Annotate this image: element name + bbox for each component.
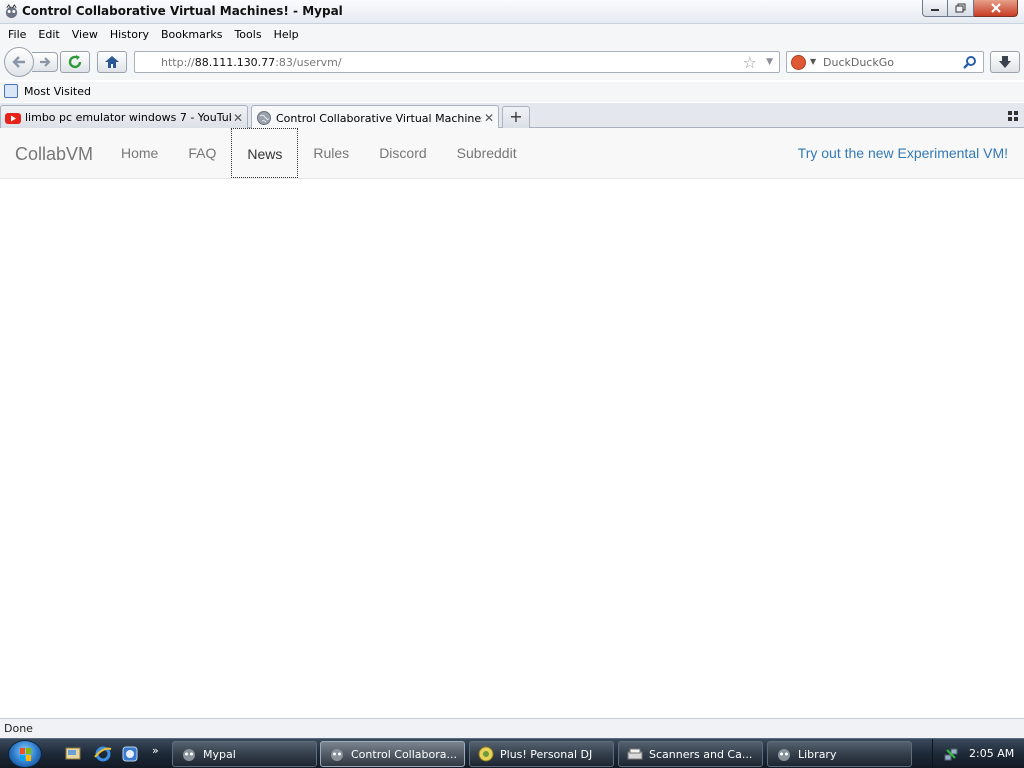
forward-button[interactable] — [32, 52, 58, 72]
quicklaunch-overflow-icon[interactable]: » — [152, 744, 159, 757]
youtube-icon — [5, 112, 21, 124]
search-bar[interactable]: ▼ DuckDuckGo — [786, 51, 984, 73]
menu-history[interactable]: History — [104, 28, 155, 41]
forward-arrow-icon — [39, 57, 51, 67]
bookmark-folder-icon — [4, 84, 18, 98]
windows-logo-icon — [20, 748, 31, 761]
task-label: Mypal — [203, 747, 236, 761]
minimize-icon — [931, 9, 939, 11]
plus-icon: + — [509, 107, 523, 126]
status-bar: Done — [0, 718, 1024, 738]
task-label: Scanners and Ca... — [649, 747, 753, 761]
title-bar: Control Collaborative Virtual Machines! … — [0, 0, 1024, 24]
mypal-icon — [331, 749, 343, 761]
bookmarks-toolbar: Most Visited — [0, 82, 1024, 102]
close-icon — [990, 3, 1001, 13]
address-bar[interactable]: http://88.111.130.77:83/uservm/ ☆ ▼ — [134, 51, 780, 73]
navigation-toolbar: http://88.111.130.77:83/uservm/ ☆ ▼ ▼ Du… — [0, 44, 1024, 80]
tab-strip: limbo pc emulator windows 7 - YouTube ✕ … — [0, 103, 1024, 130]
restore-button[interactable] — [948, 0, 974, 17]
site-brand[interactable]: CollabVM — [15, 144, 93, 165]
mypal-app-icon — [5, 4, 18, 19]
menu-file[interactable]: File — [2, 28, 32, 41]
close-tab-icon[interactable]: ✕ — [231, 111, 245, 125]
back-arrow-icon — [12, 56, 25, 68]
mypal-icon — [778, 749, 790, 761]
bookmark-most-visited[interactable]: Most Visited — [4, 84, 91, 98]
taskbar-item-mypal[interactable]: Mypal — [172, 741, 317, 767]
url-text[interactable]: http://88.111.130.77:83/uservm/ — [161, 56, 342, 69]
nav-discord[interactable]: Discord — [364, 128, 441, 178]
taskbar-item-scanners[interactable]: Scanners and Ca... — [618, 741, 763, 767]
show-desktop-icon[interactable] — [64, 745, 82, 763]
site-nav-links: Home FAQ News Rules Discord Subreddit — [106, 128, 532, 178]
home-button[interactable] — [97, 51, 127, 73]
start-button[interactable] — [8, 740, 42, 768]
experimental-vm-link[interactable]: Try out the new Experimental VM! — [798, 128, 1008, 178]
network-icon[interactable] — [943, 746, 959, 762]
menu-help[interactable]: Help — [268, 28, 305, 41]
menu-tools[interactable]: Tools — [228, 28, 267, 41]
internet-explorer-icon[interactable] — [94, 745, 112, 763]
search-input[interactable]: DuckDuckGo — [823, 56, 894, 69]
back-button[interactable] — [4, 47, 34, 77]
clock[interactable]: 2:05 AM — [969, 747, 1014, 760]
downloads-button[interactable] — [990, 51, 1020, 73]
dj-icon — [478, 746, 494, 762]
download-arrow-icon — [999, 56, 1011, 68]
tab-collabvm[interactable]: Control Collaborative Virtual Machines! … — [251, 105, 499, 130]
globe-icon — [257, 111, 271, 125]
taskbar-item-collabvm[interactable]: Control Collabora... — [320, 741, 465, 767]
mypal-icon — [183, 749, 195, 761]
tab-label: Control Collaborative Virtual Machines! — [276, 111, 482, 125]
menu-edit[interactable]: Edit — [32, 28, 65, 41]
nav-rules[interactable]: Rules — [298, 128, 364, 178]
tab-youtube[interactable]: limbo pc emulator windows 7 - YouTube ✕ — [0, 105, 248, 129]
minimize-button[interactable] — [922, 0, 948, 17]
task-label: Control Collabora... — [351, 747, 457, 761]
scanner-icon — [627, 748, 643, 760]
nav-faq[interactable]: FAQ — [173, 128, 231, 178]
bookmark-star-icon[interactable]: ☆ — [743, 53, 757, 72]
site-navbar: CollabVM Home FAQ News Rules Discord Sub… — [0, 128, 1024, 179]
browser-quicklaunch-icon[interactable] — [121, 745, 139, 763]
reload-icon — [68, 55, 82, 69]
taskbar-item-library[interactable]: Library — [767, 741, 912, 767]
bookmark-label: Most Visited — [24, 84, 91, 98]
system-tray: 2:05 AM — [932, 739, 1024, 768]
search-icon[interactable] — [963, 55, 977, 69]
taskbar-item-personal-dj[interactable]: Plus! Personal DJ — [469, 741, 614, 767]
task-label: Library — [798, 747, 837, 761]
menu-bar: File Edit View History Bookmarks Tools H… — [0, 24, 1024, 44]
nav-subreddit[interactable]: Subreddit — [442, 128, 532, 178]
home-icon — [105, 56, 119, 68]
close-tab-icon[interactable]: ✕ — [482, 111, 496, 125]
tab-label: limbo pc emulator windows 7 - YouTube — [25, 111, 231, 124]
new-tab-button[interactable]: + — [502, 106, 530, 128]
close-window-button[interactable] — [974, 0, 1018, 17]
list-all-tabs-icon[interactable] — [1008, 111, 1018, 121]
task-label: Plus! Personal DJ — [500, 747, 593, 761]
window-title: Control Collaborative Virtual Machines! … — [22, 4, 343, 18]
url-dropdown-icon[interactable]: ▼ — [766, 57, 773, 67]
menu-bookmarks[interactable]: Bookmarks — [155, 28, 228, 41]
nav-news[interactable]: News — [231, 128, 299, 178]
duckduckgo-icon[interactable] — [791, 55, 806, 70]
windows-taskbar: » Mypal Control Collabora... Plus! Perso… — [0, 738, 1024, 768]
restore-icon — [955, 3, 966, 13]
status-text: Done — [4, 722, 33, 735]
search-engine-dropdown-icon[interactable]: ▼ — [810, 57, 816, 66]
reload-button[interactable] — [60, 51, 90, 73]
menu-view[interactable]: View — [66, 28, 104, 41]
page-content: CollabVM Home FAQ News Rules Discord Sub… — [0, 128, 1024, 718]
nav-home[interactable]: Home — [106, 128, 173, 178]
